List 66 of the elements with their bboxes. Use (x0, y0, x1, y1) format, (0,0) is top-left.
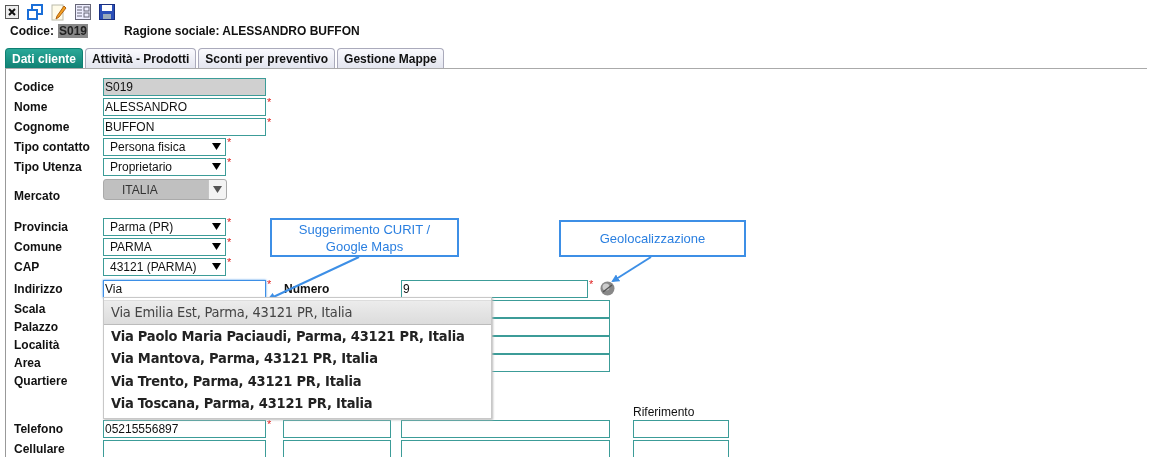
dropdown-field[interactable]: 43121 (PARMA) (103, 258, 226, 276)
input-field[interactable] (283, 440, 391, 457)
field-label: Tipo contatto (14, 139, 91, 156)
tab[interactable]: Gestione Mappe (337, 48, 444, 69)
field-label: Tipo Utenza (14, 159, 83, 176)
field-label: Provincia (14, 219, 70, 236)
input-field[interactable]: 9 (401, 280, 588, 298)
field-label: CAP (14, 259, 41, 276)
field-label: Indirizzo (14, 281, 64, 298)
windows-icon[interactable] (27, 4, 43, 20)
suggestion-item[interactable]: Via Trento, Parma, 43121 PR, Italia (104, 369, 491, 392)
company-name: Ragione sociale: ALESSANDRO BUFFON (124, 24, 360, 38)
required-mark: * (267, 97, 272, 107)
field-label: Località (14, 337, 61, 354)
required-mark: * (227, 217, 232, 227)
callout-arrow (611, 256, 652, 283)
client-code: S019 (58, 24, 89, 38)
suggestion-item[interactable]: Via Toscana, Parma, 43121 PR, Italia (104, 392, 491, 415)
tab[interactable]: Dati cliente (5, 48, 84, 69)
input-field[interactable] (633, 420, 729, 438)
field-label: Telefono (14, 421, 65, 438)
dropdown-field[interactable]: Persona fisica (103, 138, 226, 156)
input-field[interactable]: ALESSANDRO (103, 98, 266, 116)
dropdown-field[interactable]: Parma (PR) (103, 218, 226, 236)
field-label: Cellulare (14, 441, 66, 457)
close-icon[interactable] (5, 5, 19, 19)
field-label: Comune (14, 239, 63, 256)
input-field[interactable] (401, 420, 610, 438)
required-mark: * (267, 279, 272, 289)
dropdown-field[interactable]: Proprietario (103, 158, 226, 176)
field-label: Mercato (14, 188, 61, 205)
edit-icon[interactable] (51, 3, 67, 21)
tab[interactable]: Sconti per preventivo (198, 48, 336, 69)
dropdown-field[interactable]: PARMA (103, 238, 226, 256)
field-label: Palazzo (14, 319, 59, 336)
required-mark: * (267, 419, 272, 429)
layout-icon[interactable] (75, 4, 91, 20)
required-mark: * (589, 279, 594, 289)
callout-box: Geolocalizzazione (559, 220, 746, 257)
input-field[interactable] (283, 420, 391, 438)
field-label: Scala (14, 301, 47, 318)
input-field[interactable]: Via (103, 280, 266, 298)
required-mark: * (227, 157, 232, 167)
field-label: Nome (14, 99, 49, 116)
field-label: Codice (14, 79, 55, 96)
globe-icon[interactable] (600, 281, 616, 296)
input-field[interactable] (633, 440, 729, 457)
field-label: Quartiere (14, 373, 69, 390)
input-field[interactable] (103, 440, 266, 457)
column-heading: Riferimento (633, 405, 696, 419)
field-label: Area (14, 355, 42, 372)
suggestion-item[interactable]: Via Mantova, Parma, 43121 PR, Italia (104, 347, 491, 370)
input-field[interactable]: BUFFON (103, 118, 266, 136)
tab[interactable]: Attività - Prodotti (85, 48, 197, 69)
suggestion-item[interactable]: Via Paolo Maria Paciaudi, Parma, 43121 PR, Italia (104, 324, 491, 347)
callout-box: Suggerimento CURIT / Google Maps (270, 218, 459, 257)
required-mark: * (227, 237, 232, 247)
required-mark: * (267, 117, 272, 127)
input-field[interactable] (401, 440, 610, 457)
required-mark: * (227, 257, 232, 267)
input-field[interactable]: 05215556897 (103, 420, 266, 438)
suggestion-item[interactable]: Via Emilia Est, Parma, 43121 PR, Italia (104, 300, 491, 325)
field-label: Cognome (14, 119, 71, 136)
required-mark: * (227, 137, 232, 147)
save-icon[interactable] (99, 4, 115, 20)
code-label: Codice: (10, 24, 54, 38)
